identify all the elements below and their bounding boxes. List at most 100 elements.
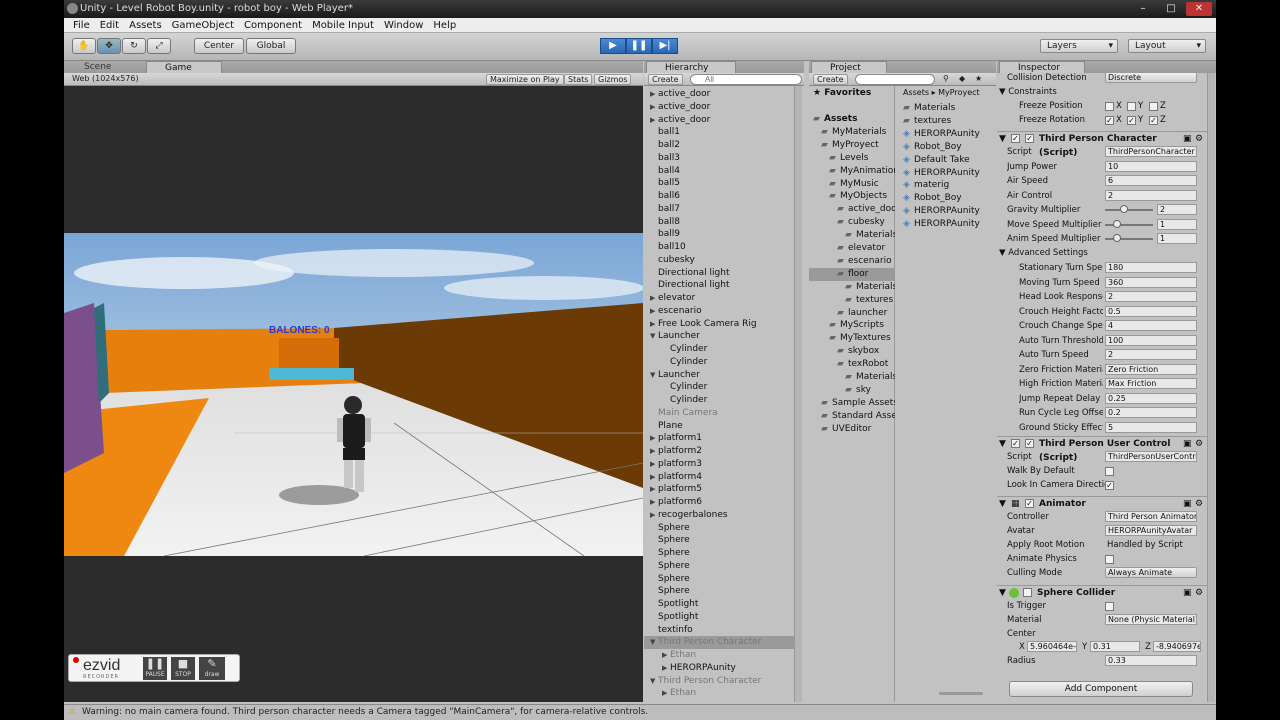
foldout-closed-icon[interactable]: ▶ <box>650 305 655 318</box>
slider-knob[interactable] <box>1113 219 1121 228</box>
project-folder-tree[interactable]: ★ Favorites ▰ Assets ▰ MyMaterials ▰ MyProyec… <box>809 86 895 702</box>
hierarchy-item[interactable]: Main Camera <box>644 407 794 420</box>
maximize-button[interactable]: □ <box>1158 2 1184 16</box>
project-file-item[interactable]: ▰ Materials <box>899 102 995 115</box>
foldout-closed-icon[interactable]: ▶ <box>650 432 655 445</box>
inspector-field-value[interactable]: 0.5 <box>1105 305 1197 317</box>
hierarchy-item[interactable]: Sphere <box>644 585 794 598</box>
foldout-closed-icon[interactable]: ▶ <box>650 318 655 331</box>
material-field[interactable]: None (Physic Material) <box>1105 614 1197 625</box>
pivot-center-toggle[interactable]: Center <box>194 38 244 54</box>
freeze-pos-x-checkbox[interactable] <box>1105 102 1114 111</box>
hierarchy-item[interactable]: ball1 <box>644 126 794 139</box>
status-bar[interactable]: ⚠ Warning: no main camera found. Third p… <box>64 704 1216 720</box>
inspector-field-value[interactable]: 2 <box>1105 189 1197 201</box>
avatar-field[interactable]: HERORPAunityAvatar <box>1105 525 1197 536</box>
hierarchy-item[interactable]: ▶ active_door <box>644 114 794 127</box>
foldout-closed-icon[interactable]: ▶ <box>650 114 655 127</box>
slider-knob[interactable] <box>1113 234 1121 242</box>
game-viewport[interactable]: BALONES: 0 <box>64 233 643 556</box>
project-folder-item[interactable]: ▰ Standard Assets <box>809 410 895 423</box>
slider-knob[interactable] <box>1120 205 1129 213</box>
third-person-user-control-header[interactable]: ▼ ✓ ✓ Third Person User Control (Script)… <box>997 436 1207 463</box>
hierarchy-item[interactable]: ball5 <box>644 177 794 190</box>
component-enabled-checkbox[interactable] <box>1023 588 1032 597</box>
freeze-pos-y-checkbox[interactable] <box>1127 102 1136 111</box>
help-book-icon[interactable]: ▣ <box>1183 132 1192 146</box>
hierarchy-item[interactable]: ball6 <box>644 190 794 203</box>
project-folder-item[interactable]: ▰ Materials <box>809 281 895 294</box>
project-file-item[interactable]: ◈ Robot_Boy <box>899 192 995 205</box>
inspector-field-value[interactable]: 6 <box>1105 175 1197 186</box>
walk-by-default-checkbox[interactable] <box>1105 467 1114 476</box>
project-folder-item[interactable]: ▰ MyProyect <box>809 139 895 152</box>
project-folder-item[interactable]: ▰ MyAnimations <box>809 165 895 178</box>
inspector-field-value[interactable]: 180 <box>1105 262 1197 273</box>
foldout-open-icon[interactable]: ▼ <box>650 330 655 343</box>
hierarchy-item[interactable]: Directional light <box>644 279 794 292</box>
project-file-item[interactable]: ◈ HERORPAunity <box>899 167 995 180</box>
inspector-field-value[interactable]: 2 <box>1157 204 1197 215</box>
project-folder-item[interactable]: ▰ sky <box>809 384 895 397</box>
project-folder-item[interactable]: ▰ textures <box>809 294 895 307</box>
ezvid-stop-button[interactable]: ■ STOP <box>171 657 195 680</box>
project-folder-item[interactable]: ▰ MyTextures <box>809 332 895 345</box>
hierarchy-item[interactable]: ▶ HERORPAunity <box>644 662 794 675</box>
tpuc-script-field[interactable]: ThirdPersonUserControl <box>1105 451 1197 462</box>
hierarchy-item[interactable]: Directional light <box>644 267 794 280</box>
project-folder-item[interactable]: ▰ escenario <box>809 255 895 268</box>
center-z-field[interactable]: -8.940697e-08 <box>1153 641 1201 652</box>
hierarchy-item[interactable]: Sphere <box>644 522 794 535</box>
freeze-pos-z-checkbox[interactable] <box>1149 102 1158 111</box>
favorite-star-icon[interactable]: ★ <box>975 73 982 85</box>
foldout-closed-icon[interactable]: ▶ <box>662 687 667 700</box>
project-folder-item[interactable]: ▰ skybox <box>809 345 895 358</box>
hierarchy-item[interactable]: ▶ platform2 <box>644 445 794 458</box>
value-slider[interactable] <box>1105 219 1153 228</box>
inspector-field-value[interactable]: 10 <box>1105 160 1197 172</box>
project-folder-item[interactable]: ▰ Sample Assets <box>809 397 895 410</box>
hierarchy-item[interactable]: cubesky <box>644 254 794 267</box>
foldout-closed-icon[interactable]: ▶ <box>650 101 655 114</box>
project-folder-item[interactable]: ▰ Materials <box>809 371 895 384</box>
play-button[interactable]: ▶ <box>600 38 626 54</box>
hierarchy-item[interactable]: ▶ active_door <box>644 101 794 114</box>
maximize-on-play-toggle[interactable]: Maximize on Play <box>486 74 564 85</box>
project-folder-item[interactable]: ▰ MyMusic <box>809 178 895 191</box>
gear-icon[interactable]: ⚙ <box>1195 132 1203 146</box>
freeze-rot-x-checkbox[interactable]: ✓ <box>1105 116 1114 125</box>
hierarchy-item[interactable]: ball2 <box>644 139 794 152</box>
constraints-row[interactable]: ▼ Constraints <box>997 85 1207 99</box>
project-folder-item[interactable]: ▰ MyMaterials <box>809 126 895 139</box>
hierarchy-list[interactable]: ▶ active_door ▶ active_door ▶ active_door ball… <box>644 86 804 702</box>
filter-label-icon[interactable]: ◆ <box>959 73 965 85</box>
project-search-input[interactable] <box>855 74 935 85</box>
component-enabled-checkbox[interactable]: ✓ <box>1011 134 1020 143</box>
freeze-rot-z-checkbox[interactable]: ✓ <box>1149 116 1158 125</box>
project-file-item[interactable]: ◈ HERORPAunity <box>899 128 995 141</box>
foldout-closed-icon[interactable]: ▶ <box>650 292 655 305</box>
foldout-open-icon[interactable]: ▼ <box>650 636 655 649</box>
hierarchy-item[interactable]: Sphere <box>644 573 794 586</box>
menu-help[interactable]: Help <box>428 18 461 32</box>
component-enabled-checkbox[interactable]: ✓ <box>1011 439 1020 448</box>
minimize-button[interactable]: – <box>1130 2 1156 16</box>
hierarchy-item[interactable]: Sphere <box>644 547 794 560</box>
ezvid-pause-button[interactable]: ❚❚ PAUSE <box>143 657 167 680</box>
foldout-closed-icon[interactable]: ▶ <box>650 88 655 101</box>
hierarchy-item[interactable]: textinfo <box>644 624 794 637</box>
hierarchy-item[interactable]: ▶ Free Look Camera Rig <box>644 318 794 331</box>
radius-field[interactable]: 0.33 <box>1105 655 1197 666</box>
rotate-tool-button[interactable]: ↻ <box>122 38 146 54</box>
foldout-closed-icon[interactable]: ▶ <box>650 445 655 458</box>
project-file-item[interactable]: ◈ Robot_Boy <box>899 141 995 154</box>
project-file-item[interactable]: ◈ HERORPAunity <box>899 205 995 218</box>
hand-tool-button[interactable]: ✋ <box>72 38 96 54</box>
game-view[interactable]: BALONES: 0 ezvid RECORDER ❚❚ PAUSE ■ STO… <box>64 86 643 702</box>
inspector-field-value[interactable]: 1 <box>1157 233 1197 244</box>
hierarchy-item[interactable]: Cylinder <box>644 343 794 356</box>
project-file-item[interactable]: ▰ textures <box>899 115 995 128</box>
icon-size-slider[interactable] <box>939 692 983 695</box>
filter-type-icon[interactable]: ⚲ <box>943 73 949 85</box>
menu-file[interactable]: File <box>68 18 95 32</box>
